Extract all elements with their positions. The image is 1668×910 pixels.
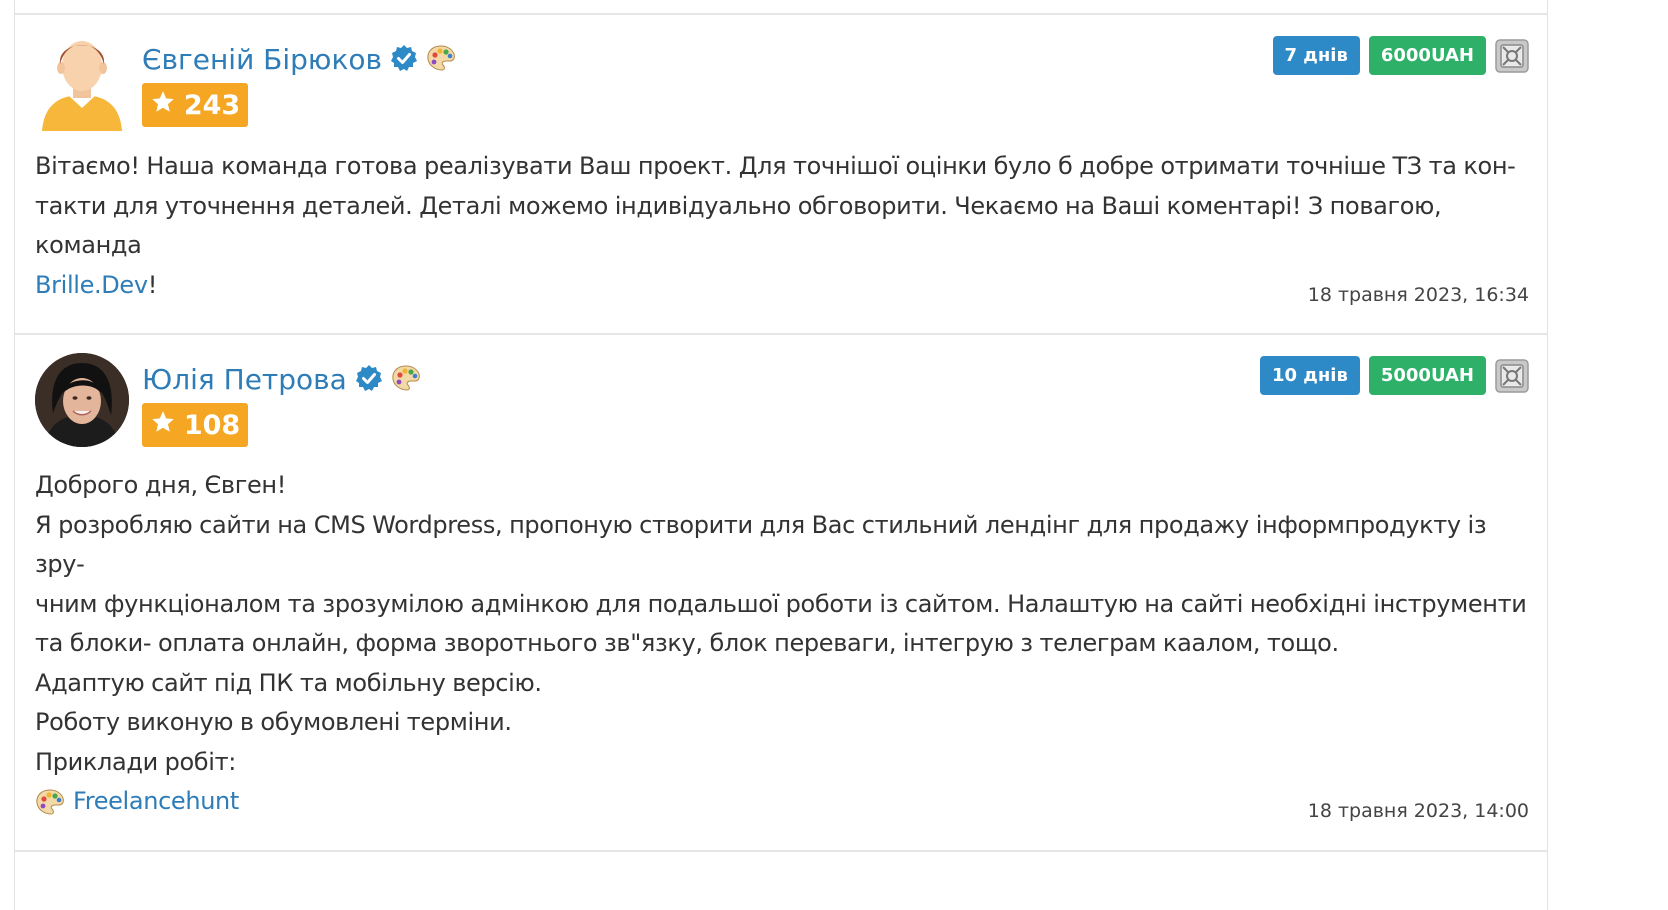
divider [15,850,1547,852]
safe-deal-icon[interactable] [1495,38,1529,73]
message-line: Роботу виконую в обумовлені терміни. [35,708,512,736]
user-name-row: Юлія Петрова [142,363,421,397]
message-line: та блоки- оплата онлайн, форма зворотньо… [35,629,1339,657]
rating-value: 243 [183,89,241,121]
bid-card: Євгеній Бірюков 243 7 днів 6000UAH Вітає… [15,13,1547,333]
user-name-link[interactable]: Євгеній Бірюков [142,43,382,77]
avatar[interactable] [35,31,129,131]
bid-date: 18 травня 2023, 14:00 [1307,800,1529,822]
message-suffix: ! [147,270,158,299]
user-name-link[interactable]: Юлія Петрова [142,363,347,397]
avatar[interactable] [35,353,129,447]
palette-icon [391,364,421,396]
message-line: чним функціоналом та зрозумілою адмінкою… [35,589,1527,618]
days-badge: 10 днів [1259,356,1360,395]
bid-badges: 7 днів 6000UAH [1272,36,1529,75]
price-badge: 6000UAH [1368,36,1486,75]
rating-badge: 108 [142,403,248,447]
bids-list: Євгеній Бірюков 243 7 днів 6000UAH Вітає… [14,0,1548,910]
message-line: Доброго дня, Євген! [35,471,286,499]
palette-icon [426,44,456,76]
star-icon [150,409,176,442]
message-line: Я розробляю сайти на CMS Wordpress, проп… [35,510,1487,579]
portfolio-link[interactable]: Freelancehunt [73,782,239,822]
star-icon [150,89,176,122]
verified-badge-icon [390,44,418,76]
message-line: такти для уточнення деталей. Деталі може… [35,191,1442,260]
bid-card: Юлія Петрова 108 10 днів 5000UAH Доброго… [15,333,1547,850]
bid-badges: 10 днів 5000UAH [1259,356,1529,395]
palette-icon [35,788,65,816]
rating-value: 108 [183,409,241,441]
safe-deal-icon[interactable] [1495,358,1529,393]
user-name-row: Євгеній Бірюков [142,43,456,77]
days-badge: 7 днів [1272,36,1360,75]
message-line: Адаптую сайт під ПК та мобільну версію. [35,668,542,697]
bid-message: Вітаємо! Наша команда готова реалізувати… [35,147,1529,305]
rating-badge: 243 [142,83,248,127]
message-line: Приклади робіт: [35,747,236,776]
verified-badge-icon [355,364,383,396]
message-line: Вітаємо! Наша команда готова реалізувати… [35,152,1516,180]
bid-date: 18 травня 2023, 16:34 [1307,284,1529,306]
team-link[interactable]: Brille.Dev [35,271,148,299]
price-badge: 5000UAH [1368,356,1486,395]
bid-message: Доброго дня, Євген! Я розробляю сайти на… [35,466,1529,822]
